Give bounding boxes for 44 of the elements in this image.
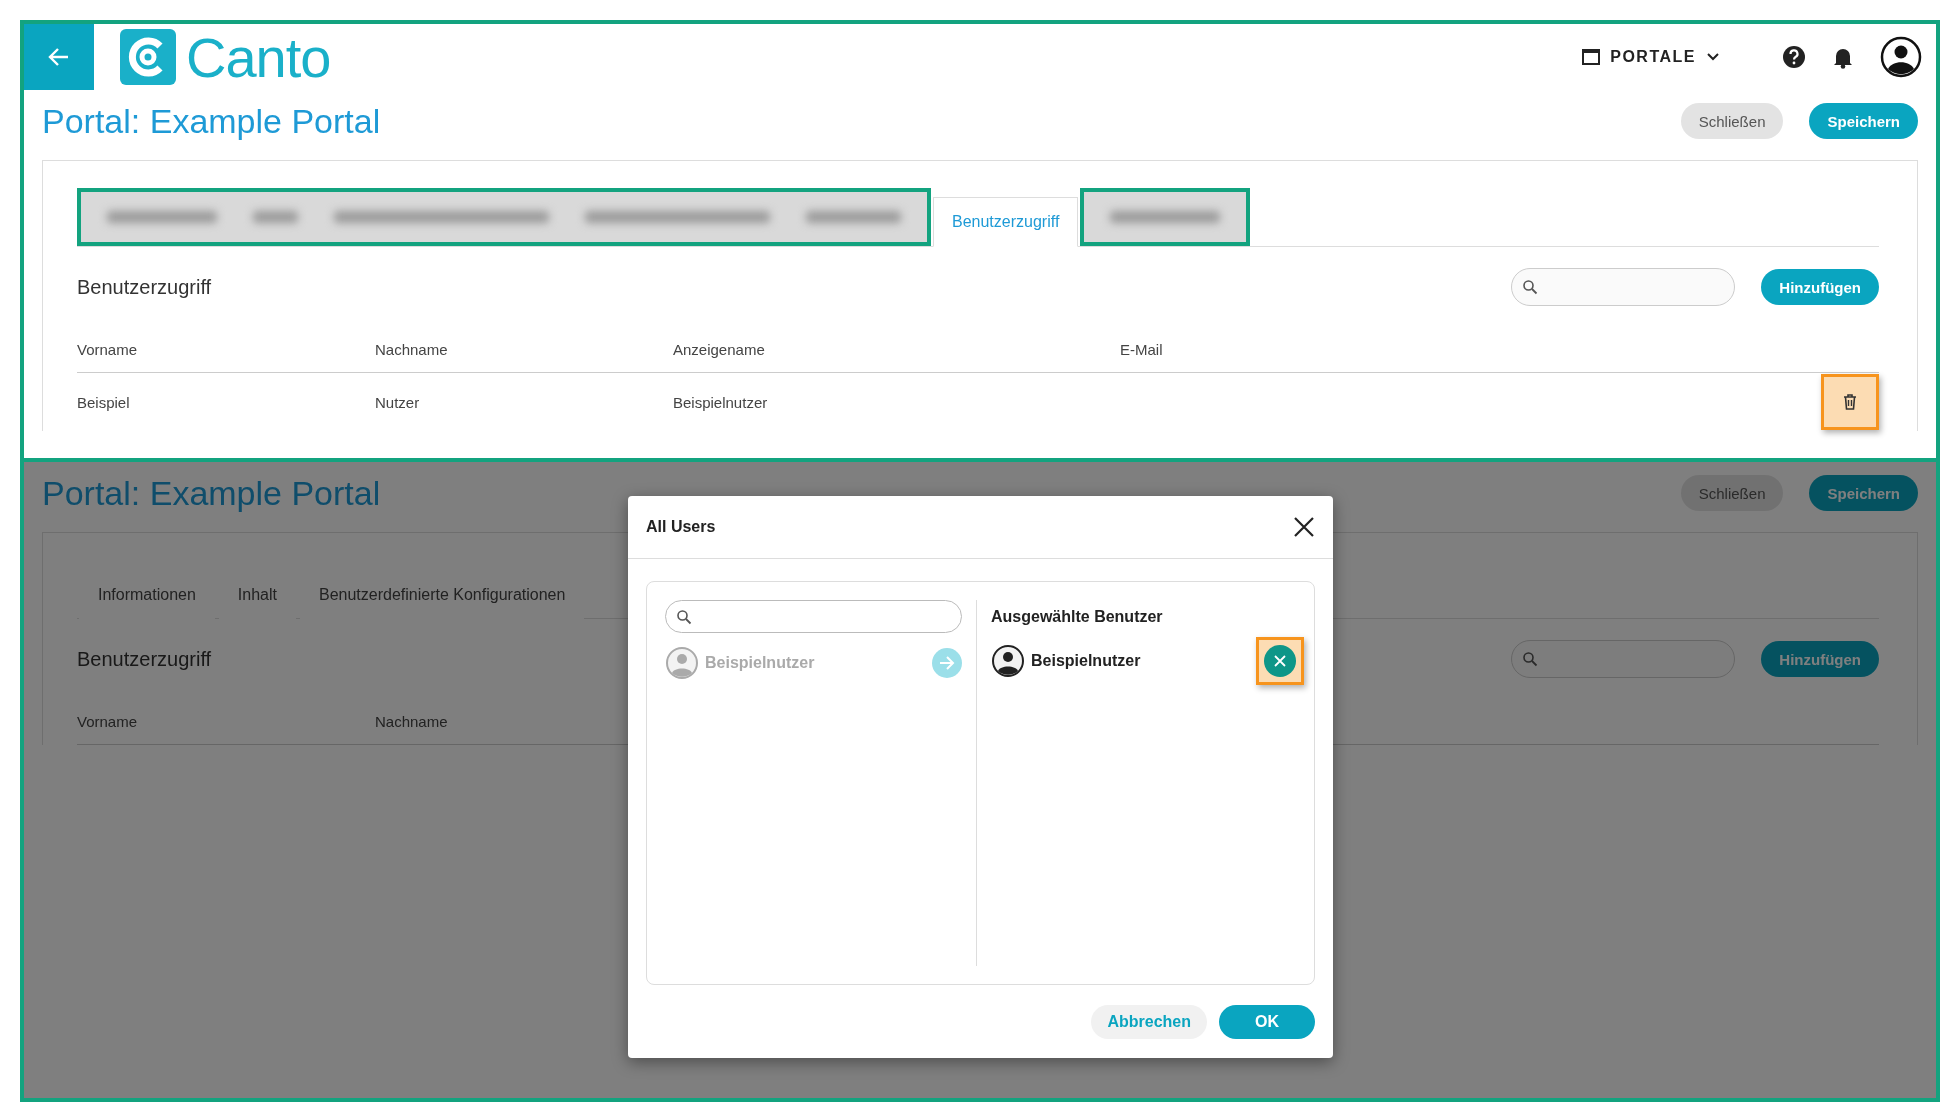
help-icon[interactable] <box>1782 45 1806 69</box>
chevron-down-icon <box>1706 52 1720 62</box>
cancel-button[interactable]: Abbrechen <box>1091 1004 1207 1039</box>
logo-text: Canto <box>186 24 331 90</box>
search-field[interactable] <box>1511 268 1736 306</box>
add-button[interactable]: Hinzufügen <box>1761 641 1879 677</box>
user-name: Beispielnutzer <box>1031 652 1141 670</box>
logo-icon <box>120 29 176 85</box>
close-button[interactable]: Schließen <box>1680 103 1784 139</box>
section-title: Benutzerzugriff <box>77 647 212 671</box>
user-avatar-icon <box>991 644 1025 678</box>
column-header: Nachname <box>375 327 673 373</box>
tab[interactable]: Benutzerzugriff <box>933 197 1079 247</box>
window-icon <box>1582 49 1601 65</box>
column-header: E-Mail <box>1120 327 1819 373</box>
column-header: Vorname <box>77 327 375 373</box>
remove-button[interactable] <box>1264 645 1296 677</box>
search-icon <box>676 608 692 625</box>
portal-menu[interactable]: PORTALE <box>1576 47 1726 67</box>
delete-icon[interactable] <box>1842 393 1858 411</box>
page-title: Portal: Example Portal <box>42 101 382 141</box>
dialog-title: All Users <box>646 518 717 536</box>
arrow-right-icon <box>938 655 956 671</box>
column-header: Vorname <box>77 699 375 745</box>
ok-button[interactable]: OK <box>1219 1004 1315 1039</box>
column-header: Anzeigename <box>673 327 1120 373</box>
close-icon <box>1274 655 1286 667</box>
section-title: Benutzerzugriff <box>77 275 212 299</box>
table-cell-text: Nutzer <box>375 392 421 413</box>
save-button[interactable]: Speichern <box>1809 475 1918 511</box>
table-cell-text: Beispielnutzer <box>673 392 769 413</box>
account-icon[interactable] <box>1880 36 1922 78</box>
close-button[interactable]: Schließen <box>1680 475 1784 511</box>
close-icon[interactable] <box>1293 516 1315 538</box>
table-cell-text: Beispiel <box>77 392 131 413</box>
search-icon <box>1522 651 1539 667</box>
page-title: Portal: Example Portal <box>42 473 382 513</box>
user-avatar-icon <box>665 646 699 680</box>
search-icon <box>1522 279 1539 295</box>
add-button[interactable]: Hinzufügen <box>1761 269 1879 305</box>
save-button[interactable]: Speichern <box>1809 103 1918 139</box>
user-name: Beispielnutzer <box>705 654 815 672</box>
selected-users-title: Ausgewählte Benutzer <box>991 608 1164 626</box>
search-field[interactable] <box>1511 640 1736 678</box>
